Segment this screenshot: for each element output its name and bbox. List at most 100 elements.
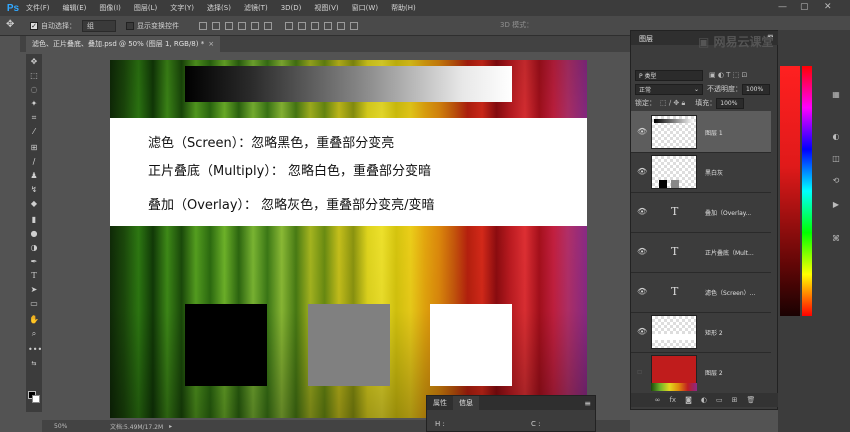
filter-icons[interactable]: ▣ ◐ T ⬚ ⊡ <box>709 71 747 79</box>
document-canvas[interactable]: 滤色（Screen）：忽略黑色，重叠部分变亮 正片叠底（Multiply）： 忽… <box>110 60 587 418</box>
align-top-icon[interactable] <box>199 21 207 30</box>
dodge-tool-icon[interactable]: ◑ <box>28 242 40 253</box>
distribute-vcenter-icon[interactable] <box>298 21 306 30</box>
path-select-icon[interactable]: ➤ <box>28 284 40 295</box>
trash-icon[interactable]: 🗑︎ <box>746 396 755 404</box>
distribute-top-icon[interactable] <box>285 21 293 30</box>
history-brush-icon[interactable]: ↯ <box>28 184 40 195</box>
distribute-bottom-icon[interactable] <box>311 21 319 30</box>
side-swatches-icon[interactable]: ▦ <box>830 90 842 100</box>
align-right-icon[interactable] <box>264 21 272 30</box>
align-vcenter-icon[interactable] <box>212 21 220 30</box>
mask-icon[interactable]: ◙ <box>685 396 692 404</box>
fx-icon[interactable]: fx <box>669 396 676 404</box>
side-adjust-icon[interactable]: ◐ <box>830 132 842 142</box>
visibility-eye-icon[interactable]: 👁︎ <box>637 247 647 256</box>
multiply-caption: 正片叠底（Multiply）： 忽略白色，重叠部分变暗 <box>148 164 431 179</box>
minimize-icon[interactable]: — <box>778 2 787 12</box>
type-tool-icon[interactable]: T <box>28 270 40 281</box>
auto-select-checkbox[interactable]: ✓ <box>30 21 38 30</box>
layer-name: 矩形 2 <box>705 330 723 337</box>
magic-wand-icon[interactable]: ✦ <box>28 98 40 109</box>
crop-tool-icon[interactable]: ⌗ <box>28 112 40 123</box>
zoom-tool-icon[interactable]: ⌕ <box>28 328 40 339</box>
layer-thumbnail <box>651 115 697 149</box>
maximize-icon[interactable]: ▢ <box>800 2 809 12</box>
menu-help[interactable]: 帮助(H) <box>391 3 416 13</box>
close-window-icon[interactable]: ✕ <box>824 2 832 12</box>
link-icon[interactable]: ∞ <box>655 396 661 404</box>
side-history-icon[interactable]: ⟲ <box>830 176 842 186</box>
document-tab[interactable]: 滤色、正片叠底、叠加.psd @ 50% (图层 1, RGB/8) * × <box>26 36 221 52</box>
side-styles-icon[interactable]: ◫ <box>830 154 842 164</box>
layer-row[interactable]: 👁︎ T 叠加（Overlay... <box>631 191 771 233</box>
healing-brush-icon[interactable]: ⊞ <box>28 142 40 153</box>
distribute-hcenter-icon[interactable] <box>337 21 345 30</box>
distribute-right-icon[interactable] <box>350 21 358 30</box>
status-menu-icon[interactable]: ▸ <box>169 423 172 430</box>
hue-slider[interactable] <box>802 66 812 316</box>
layer-row[interactable]: 👁︎ 矩形 2 <box>631 311 771 353</box>
tab-properties[interactable]: 属性 <box>427 398 453 408</box>
menu-image[interactable]: 图像(I) <box>99 3 121 13</box>
layer-row[interactable]: 👁︎ T 正片叠底（Mult... <box>631 231 771 273</box>
move-tool-icon[interactable]: ✥ <box>28 56 40 67</box>
lasso-tool-icon[interactable]: ◌ <box>28 84 40 95</box>
menu-select[interactable]: 选择(S) <box>207 3 231 13</box>
zoom-level[interactable]: 50% <box>54 423 98 430</box>
adjustment-icon[interactable]: ◐ <box>701 396 707 404</box>
align-left-icon[interactable] <box>238 21 246 30</box>
more-tools-icon[interactable]: ••• <box>28 344 42 355</box>
hand-tool-icon[interactable]: ✋ <box>28 314 40 325</box>
info-menu-icon[interactable]: ≡ <box>584 399 591 408</box>
layer-row[interactable]: 👁︎ T 滤色（Screen）... <box>631 271 771 313</box>
visibility-eye-icon[interactable]: 👁︎ <box>637 207 647 216</box>
brush-tool-icon[interactable]: ∕ <box>28 156 40 167</box>
blur-tool-icon[interactable]: ● <box>28 228 40 239</box>
menu-window[interactable]: 窗口(W) <box>352 3 378 13</box>
distribute-left-icon[interactable] <box>324 21 332 30</box>
tools-panel: ✥ ⬚ ◌ ✦ ⌗ ⁄ ⊞ ∕ ♟ ↯ ◆ ▮ ● ◑ ✒ T ➤ ▭ ✋ ⌕ … <box>26 54 42 412</box>
menu-layer[interactable]: 图层(L) <box>134 3 157 13</box>
layer-row[interactable]: 👁︎ 黑白灰 <box>631 151 771 193</box>
background-color-swatch[interactable] <box>32 395 40 403</box>
align-hcenter-icon[interactable] <box>251 21 259 30</box>
side-actions-icon[interactable]: ▶ <box>830 200 842 210</box>
blend-mode-dropdown[interactable]: 正常 ⌄ <box>635 83 703 95</box>
menu-3d[interactable]: 3D(D) <box>281 4 302 12</box>
menu-edit[interactable]: 编辑(E) <box>63 3 87 13</box>
color-ramp[interactable] <box>780 66 800 316</box>
visibility-eye-icon[interactable]: 👁︎ <box>637 287 647 296</box>
group-icon[interactable]: ▭ <box>716 396 723 404</box>
new-layer-icon[interactable]: ⊞ <box>732 396 738 404</box>
menu-file[interactable]: 文件(F) <box>26 3 50 13</box>
pen-tool-icon[interactable]: ✒ <box>28 256 40 267</box>
visibility-eye-icon[interactable]: 👁︎ <box>637 167 647 176</box>
swap-colors-icon[interactable]: ⇆ <box>28 358 40 369</box>
menu-view[interactable]: 视图(V) <box>314 3 338 13</box>
tab-info[interactable]: 信息 <box>453 396 479 410</box>
eraser-tool-icon[interactable]: ◆ <box>28 198 40 209</box>
visibility-eye-icon[interactable]: 👁︎ <box>637 327 647 336</box>
layer-row[interactable]: 👁︎ 图层 1 <box>631 111 771 153</box>
fill-input[interactable]: 100% <box>716 97 745 109</box>
transform-checkbox[interactable] <box>126 21 134 30</box>
close-tab-icon[interactable]: × <box>208 40 214 48</box>
eyedropper-icon[interactable]: ⁄ <box>28 126 40 137</box>
layer-filter-dropdown[interactable]: P 类型 <box>635 69 703 81</box>
gradient-tool-icon[interactable]: ▮ <box>28 214 40 225</box>
menu-filter[interactable]: 滤镜(T) <box>244 3 268 13</box>
auto-select-dropdown[interactable]: 组 <box>82 19 116 32</box>
rectangle-tool-icon[interactable]: ▭ <box>28 298 40 309</box>
marquee-tool-icon[interactable]: ⬚ <box>28 70 40 81</box>
side-paths-icon[interactable]: ⌘ <box>830 234 842 244</box>
visibility-eye-icon[interactable]: 👁︎ <box>637 127 647 136</box>
opacity-input[interactable]: 100% <box>742 83 770 95</box>
lock-icons[interactable]: ⬚ ∕ ✥ 🔒︎ <box>660 99 685 108</box>
text-band: 滤色（Screen）：忽略黑色，重叠部分变亮 正片叠底（Multiply）： 忽… <box>110 118 587 226</box>
layers-panel: 图层 ≡ P 类型 ▣ ◐ T ⬚ ⊡ 正常 ⌄ 不透明度： 100% 锁定： ⬚… <box>630 30 779 410</box>
menu-type[interactable]: 文字(Y) <box>170 3 194 13</box>
stamp-tool-icon[interactable]: ♟ <box>28 170 40 181</box>
align-bottom-icon[interactable] <box>225 21 233 30</box>
visibility-off-icon[interactable]: ▫ <box>637 367 642 376</box>
